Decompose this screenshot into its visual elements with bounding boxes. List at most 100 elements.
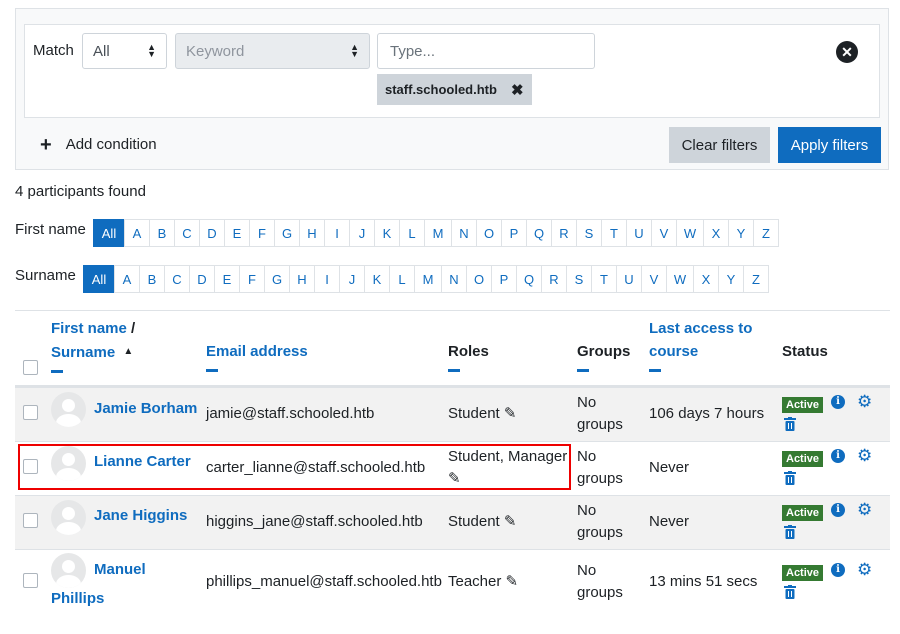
pencil-icon[interactable]: ✎ [504, 405, 517, 422]
row-checkbox[interactable] [23, 573, 38, 588]
select-all-checkbox[interactable] [23, 360, 38, 375]
surname-initial-s[interactable]: S [566, 265, 592, 293]
firstname-initial-z[interactable]: Z [753, 219, 779, 247]
participant-name-link[interactable]: Manuel [94, 555, 146, 584]
surname-sort-link[interactable]: Surname [51, 344, 115, 361]
firstname-initial-x[interactable]: X [703, 219, 729, 247]
info-icon[interactable]: i [831, 395, 845, 409]
firstname-initial-o[interactable]: O [476, 219, 502, 247]
keyword-input[interactable]: Type... [377, 33, 595, 69]
gear-icon[interactable]: ⚙ [857, 447, 872, 464]
firstname-initial-h[interactable]: H [299, 219, 325, 247]
firstname-initial-m[interactable]: M [424, 219, 452, 247]
collapse-icon[interactable] [649, 369, 661, 372]
roles-text: Student [448, 513, 500, 530]
info-icon[interactable]: i [831, 563, 845, 577]
surname-initial-v[interactable]: V [641, 265, 667, 293]
last-access-sort-link[interactable]: Last access to [649, 320, 752, 337]
row-checkbox[interactable] [23, 513, 38, 528]
email-sort-link[interactable]: Email address [206, 343, 308, 360]
surname-initial-x[interactable]: X [693, 265, 719, 293]
surname-initial-j[interactable]: J [339, 265, 365, 293]
surname-initial-z[interactable]: Z [743, 265, 769, 293]
field-select[interactable]: Keyword ▲ ▼ [175, 33, 370, 69]
gear-icon[interactable]: ⚙ [857, 393, 872, 410]
surname-initial-c[interactable]: C [164, 265, 190, 293]
surname-initial-m[interactable]: M [414, 265, 442, 293]
surname-initial-f[interactable]: F [239, 265, 265, 293]
firstname-initial-d[interactable]: D [199, 219, 225, 247]
surname-initial-t[interactable]: T [591, 265, 617, 293]
firstname-initial-k[interactable]: K [374, 219, 400, 247]
surname-initial-all[interactable]: All [83, 265, 115, 293]
apply-filters-button[interactable]: Apply filters [778, 127, 881, 163]
surname-initial-o[interactable]: O [466, 265, 492, 293]
firstname-initial-j[interactable]: J [349, 219, 375, 247]
roles-cell: Student ✎ [448, 511, 516, 533]
firstname-initial-p[interactable]: P [501, 219, 527, 247]
trash-icon[interactable] [784, 585, 796, 599]
surname-initial-p[interactable]: P [491, 265, 517, 293]
surname-initial-y[interactable]: Y [718, 265, 744, 293]
firstname-initial-t[interactable]: T [601, 219, 627, 247]
participant-name-link[interactable]: Jamie Borham [94, 394, 197, 423]
firstname-initial-s[interactable]: S [576, 219, 602, 247]
firstname-initial-all[interactable]: All [93, 219, 125, 247]
firstname-initial-w[interactable]: W [676, 219, 704, 247]
surname-initial-b[interactable]: B [139, 265, 165, 293]
trash-icon[interactable] [784, 417, 796, 431]
surname-initial-r[interactable]: R [541, 265, 567, 293]
email-header: Email address [206, 340, 308, 372]
collapse-icon[interactable] [206, 369, 218, 372]
participant-name-link-line2[interactable]: Phillips [51, 584, 104, 613]
firstname-initial-i[interactable]: I [324, 219, 350, 247]
avatar [51, 553, 86, 588]
pencil-icon[interactable]: ✎ [506, 573, 519, 590]
remove-tag-icon[interactable]: ✖ [511, 81, 524, 99]
surname-initial-d[interactable]: D [189, 265, 215, 293]
row-checkbox[interactable] [23, 405, 38, 420]
surname-initial-n[interactable]: N [441, 265, 467, 293]
firstname-initial-u[interactable]: U [626, 219, 652, 247]
firstname-initial-v[interactable]: V [651, 219, 677, 247]
surname-initial-e[interactable]: E [214, 265, 240, 293]
trash-icon[interactable] [784, 471, 796, 485]
groups-text-1: No [577, 562, 597, 579]
surname-initial-l[interactable]: L [389, 265, 415, 293]
firstname-initial-e[interactable]: E [224, 219, 250, 247]
info-icon[interactable]: i [831, 503, 845, 517]
firstname-initial-a[interactable]: A [124, 219, 150, 247]
surname-initial-a[interactable]: A [114, 265, 140, 293]
collapse-icon[interactable] [448, 369, 460, 372]
firstname-initial-g[interactable]: G [274, 219, 300, 247]
match-select[interactable]: All ▲ ▼ [82, 33, 167, 69]
firstname-initial-q[interactable]: Q [526, 219, 552, 247]
gear-icon[interactable]: ⚙ [857, 561, 872, 578]
firstname-sort-link[interactable]: First name [51, 320, 127, 337]
info-icon[interactable]: i [831, 449, 845, 463]
firstname-initial-f[interactable]: F [249, 219, 275, 247]
firstname-initial-l[interactable]: L [399, 219, 425, 247]
firstname-initial-r[interactable]: R [551, 219, 577, 247]
surname-initial-w[interactable]: W [666, 265, 694, 293]
surname-initial-i[interactable]: I [314, 265, 340, 293]
firstname-initial-b[interactable]: B [149, 219, 175, 247]
surname-initial-k[interactable]: K [364, 265, 390, 293]
surname-initial-h[interactable]: H [289, 265, 315, 293]
surname-initial-u[interactable]: U [616, 265, 642, 293]
participant-name-link[interactable]: Jane Higgins [94, 501, 187, 530]
surname-initial-q[interactable]: Q [516, 265, 542, 293]
collapse-icon[interactable] [577, 369, 589, 372]
gear-icon[interactable]: ⚙ [857, 501, 872, 518]
trash-icon[interactable] [784, 525, 796, 539]
firstname-initial-y[interactable]: Y [728, 219, 754, 247]
surname-initial-g[interactable]: G [264, 265, 290, 293]
firstname-initial-c[interactable]: C [174, 219, 200, 247]
clear-filters-button[interactable]: Clear filters [669, 127, 770, 163]
collapse-icon[interactable] [51, 370, 63, 373]
last-access-sort-link-line2[interactable]: course [649, 343, 698, 360]
pencil-icon[interactable]: ✎ [504, 513, 517, 530]
firstname-initial-n[interactable]: N [451, 219, 477, 247]
add-condition-button[interactable]: + Add condition [40, 135, 157, 155]
remove-row-icon[interactable]: ✕ [836, 41, 858, 63]
